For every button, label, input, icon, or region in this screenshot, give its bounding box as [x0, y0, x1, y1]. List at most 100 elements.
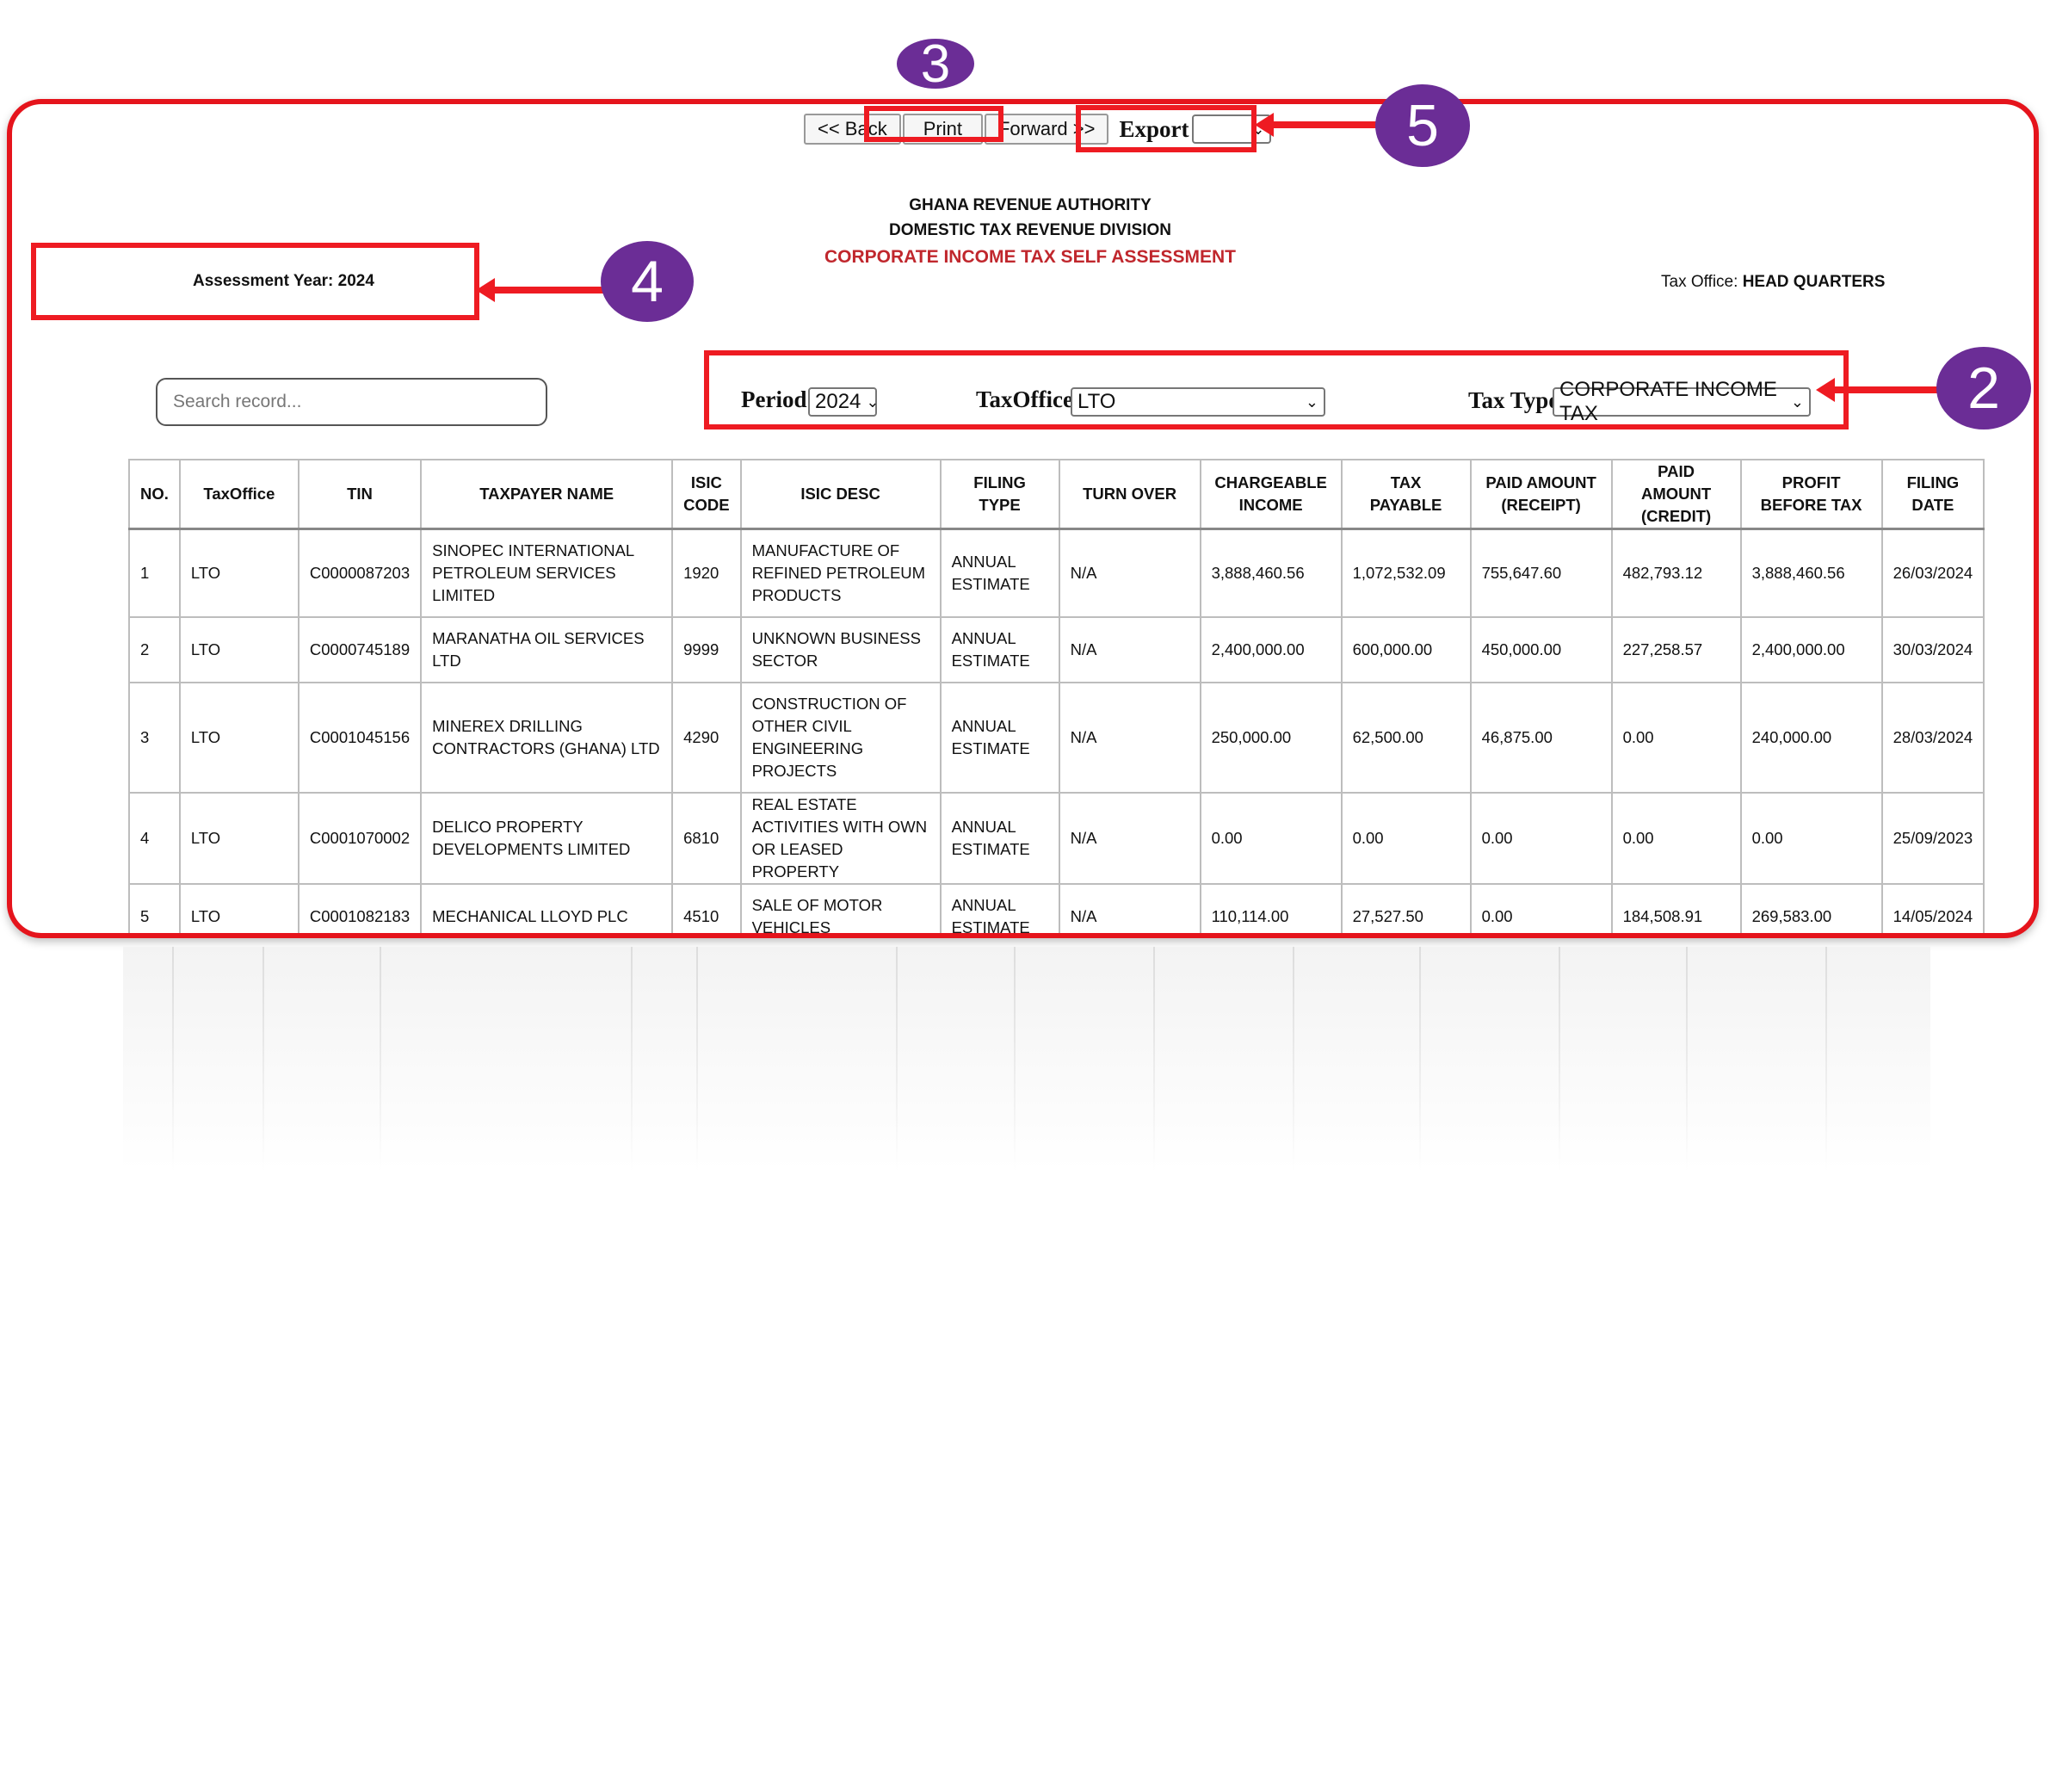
col-header-tin: TIN [297, 459, 423, 530]
cell-paid-receipt: 450,000.00 [1469, 615, 1613, 683]
reflection-line [1153, 947, 1155, 1171]
org-name: GHANA REVENUE AUTHORITY [909, 196, 1152, 214]
arrow-head-icon [1255, 113, 1274, 137]
col-header-taxoffice: TaxOffice [178, 459, 299, 530]
cell-chargeable-income: 110,114.00 [1199, 882, 1343, 933]
col-header-taxpayer-name: TAXPAYER NAME [420, 459, 674, 530]
cell-isic-desc: SALE OF MOTOR VEHICLES [739, 882, 942, 933]
cell-isic-code: 6810 [671, 791, 742, 885]
cell-chargeable-income: 0.00 [1199, 791, 1343, 885]
cell-filing-type: ANNUAL ESTIMATE [939, 528, 1060, 618]
table-row[interactable]: 1 LTO C0000087203 SINOPEC INTERNATIONAL … [128, 528, 1985, 618]
arrow-head-icon [476, 278, 495, 302]
cell-chargeable-income: 2,400,000.00 [1199, 615, 1343, 683]
reflection-line [1419, 947, 1421, 1171]
cell-filing-date: 26/03/2024 [1880, 528, 1985, 618]
col-header-chargeable-income: CHARGEABLE INCOME [1199, 459, 1343, 530]
cell-paid-receipt: 755,647.60 [1469, 528, 1613, 618]
callout-arrow [1272, 121, 1379, 128]
cell-taxoffice: LTO [178, 882, 299, 933]
cell-profit-before-tax: 3,888,460.56 [1739, 528, 1883, 618]
cell-no: 4 [128, 791, 181, 885]
cell-turn-over: N/A [1058, 791, 1201, 885]
cell-filing-type: ANNUAL ESTIMATE [939, 882, 1060, 933]
cell-paid-receipt: 0.00 [1469, 791, 1613, 885]
cell-paid-receipt: 0.00 [1469, 882, 1613, 933]
cell-tax-payable: 1,072,532.09 [1340, 528, 1472, 618]
callout-box-assessment-year [31, 243, 479, 320]
table-reflection [123, 947, 1930, 1171]
col-header-paid-receipt: PAID AMOUNT (RECEIPT) [1469, 459, 1613, 530]
cell-turn-over: N/A [1058, 681, 1201, 794]
col-header-filing-type: FILING TYPE [939, 459, 1060, 530]
cell-no: 3 [128, 681, 181, 794]
cell-profit-before-tax: 2,400,000.00 [1739, 615, 1883, 683]
search-input[interactable]: Search record... [156, 378, 547, 426]
cell-filing-date: 14/05/2024 [1880, 882, 1985, 933]
callout-badge-4: 4 [601, 241, 694, 322]
cell-no: 2 [128, 615, 181, 683]
cell-paid-receipt: 46,875.00 [1469, 681, 1613, 794]
reflection-line [1825, 947, 1827, 1171]
col-header-filing-date: FILING DATE [1880, 459, 1985, 530]
cell-taxpayer-name: SINOPEC INTERNATIONAL PETROLEUM SERVICES… [420, 528, 674, 618]
callout-badge-2: 2 [1936, 347, 2031, 429]
callout-badge-5: 5 [1375, 84, 1470, 167]
col-header-isic-code: ISIC CODE [671, 459, 742, 530]
reflection-line [262, 947, 264, 1171]
cell-taxoffice: LTO [178, 615, 299, 683]
cell-isic-code: 4290 [671, 681, 742, 794]
cell-isic-code: 4510 [671, 882, 742, 933]
cell-filing-type: ANNUAL ESTIMATE [939, 791, 1060, 885]
table-row[interactable]: 2 LTO C0000745189 MARANATHA OIL SERVICES… [128, 615, 1985, 683]
reflection-line [380, 947, 381, 1171]
cell-taxpayer-name: MINEREX DRILLING CONTRACTORS (GHANA) LTD [420, 681, 674, 794]
cell-chargeable-income: 3,888,460.56 [1199, 528, 1343, 618]
cell-tax-payable: 27,527.50 [1340, 882, 1472, 933]
division-name: DOMESTIC TAX REVENUE DIVISION [889, 221, 1171, 239]
cell-tin: C0001082183 [297, 882, 423, 933]
cell-turn-over: N/A [1058, 528, 1201, 618]
cell-isic-desc: CONSTRUCTION OF OTHER CIVIL ENGINEERING … [739, 681, 942, 794]
arrow-head-icon [1816, 378, 1835, 402]
cell-filing-type: ANNUAL ESTIMATE [939, 615, 1060, 683]
cell-filing-date: 30/03/2024 [1880, 615, 1985, 683]
cell-tax-payable: 62,500.00 [1340, 681, 1472, 794]
tax-office-value: HEAD QUARTERS [1742, 273, 1886, 291]
cell-taxpayer-name: MARANATHA OIL SERVICES LTD [420, 615, 674, 683]
assessment-table: NO. TaxOffice TIN TAXPAYER NAME ISIC COD… [128, 459, 1985, 933]
cell-tin: C0001045156 [297, 681, 423, 794]
table-header-row: NO. TaxOffice TIN TAXPAYER NAME ISIC COD… [128, 459, 1985, 530]
cell-filing-type: ANNUAL ESTIMATE [939, 681, 1060, 794]
cell-profit-before-tax: 240,000.00 [1739, 681, 1883, 794]
cell-turn-over: N/A [1058, 882, 1201, 933]
reflection-line [696, 947, 698, 1171]
cell-paid-credit: 0.00 [1610, 791, 1742, 885]
table-row[interactable]: 3 LTO C0001045156 MINEREX DRILLING CONTR… [128, 681, 1985, 794]
cell-isic-desc: REAL ESTATE ACTIVITIES WITH OWN OR LEASE… [739, 791, 942, 885]
col-header-isic-desc: ISIC DESC [739, 459, 942, 530]
cell-taxoffice: LTO [178, 791, 299, 885]
cell-taxoffice: LTO [178, 681, 299, 794]
callout-box-export [1076, 105, 1257, 152]
cell-filing-date: 28/03/2024 [1880, 681, 1985, 794]
cell-taxpayer-name: MECHANICAL LLOYD PLC [420, 882, 674, 933]
reflection-line [1014, 947, 1016, 1171]
col-header-profit-before-tax: PROFIT BEFORE TAX [1739, 459, 1883, 530]
cell-chargeable-income: 250,000.00 [1199, 681, 1343, 794]
table-row[interactable]: 4 LTO C0001070002 DELICO PROPERTY DEVELO… [128, 791, 1985, 885]
cell-taxpayer-name: DELICO PROPERTY DEVELOPMENTS LIMITED [420, 791, 674, 885]
reflection-line [1686, 947, 1688, 1171]
table-row[interactable]: 5 LTO C0001082183 MECHANICAL LLOYD PLC 4… [128, 882, 1985, 933]
cell-taxoffice: LTO [178, 528, 299, 618]
report-frame: << Back Print Forward >> Export ⌄ GHANA … [7, 99, 2039, 938]
callout-badge-3: 3 [897, 34, 974, 94]
cell-tin: C0000087203 [297, 528, 423, 618]
cell-filing-date: 25/09/2023 [1880, 791, 1985, 885]
callout-box-print [864, 106, 1003, 142]
reflection-line [1559, 947, 1560, 1171]
cell-no: 1 [128, 528, 181, 618]
col-header-paid-credit: PAID AMOUNT (CREDIT) [1610, 459, 1742, 530]
cell-tax-payable: 600,000.00 [1340, 615, 1472, 683]
cell-profit-before-tax: 0.00 [1739, 791, 1883, 885]
